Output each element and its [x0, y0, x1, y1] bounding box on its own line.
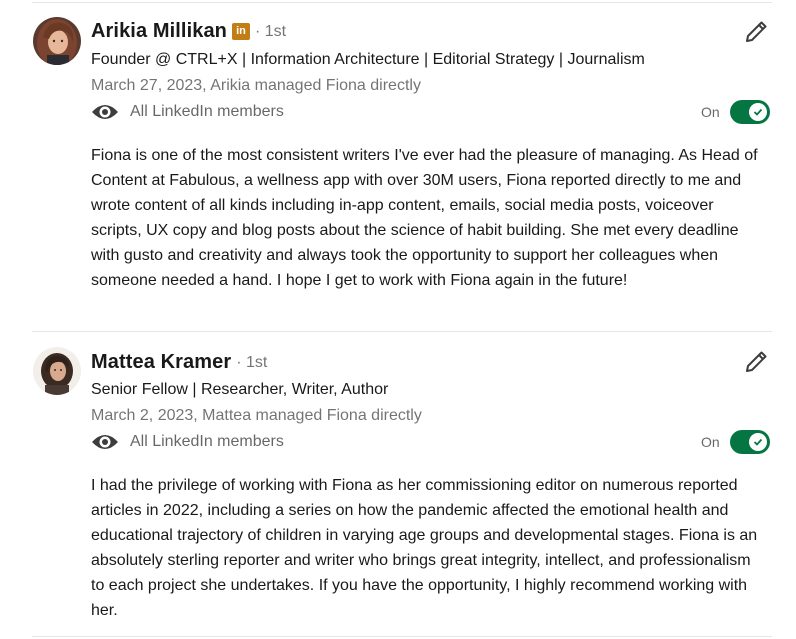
member-name[interactable]: Mattea Kramer [91, 351, 231, 374]
member-name[interactable]: Arikia Millikan [91, 20, 227, 43]
recommendation-text: Fiona is one of the most consistent writ… [91, 147, 758, 289]
recommendation-card: Arikia Millikan in · 1st Founder @ CTRL+… [0, 0, 796, 330]
visibility-setting: All LinkedIn members [91, 101, 284, 123]
eye-icon [92, 105, 118, 119]
visibility-toggle-wrap: On [701, 100, 770, 124]
connection-degree: · 1st [255, 22, 287, 40]
visibility-label: All LinkedIn members [130, 103, 284, 120]
check-icon [753, 438, 762, 446]
member-headline: Founder @ CTRL+X | Information Architect… [91, 51, 645, 68]
visibility-toggle[interactable] [729, 430, 770, 454]
check-icon [753, 108, 762, 116]
linkedin-premium-icon: in [232, 23, 250, 40]
connection-degree: · 1st [236, 353, 268, 371]
bottom-divider [32, 636, 772, 637]
edit-button[interactable] [742, 18, 770, 46]
pencil-icon [746, 21, 767, 42]
toggle-knob [748, 103, 767, 121]
toggle-knob [748, 433, 767, 451]
recommendation-text: I had the privilege of working with Fion… [91, 477, 758, 619]
recommendation-date: March 27, 2023, Arikia managed Fiona dir… [91, 77, 421, 94]
member-headline: Senior Fellow | Researcher, Writer, Auth… [91, 381, 389, 398]
avatar[interactable] [33, 17, 81, 65]
visibility-label: All LinkedIn members [130, 433, 284, 450]
visibility-setting: All LinkedIn members [91, 431, 284, 453]
recommendation-date: March 2, 2023, Mattea managed Fiona dire… [91, 407, 422, 424]
recommendation-card: Mattea Kramer · 1st Senior Fellow | Rese… [0, 332, 796, 632]
name-row: Arikia Millikan in · 1st [91, 20, 286, 43]
toggle-label: On [701, 434, 720, 450]
name-row: Mattea Kramer · 1st [91, 351, 267, 374]
edit-button[interactable] [742, 348, 770, 376]
eye-icon [92, 435, 118, 449]
pencil-icon [746, 351, 767, 372]
visibility-toggle-wrap: On [701, 430, 770, 454]
avatar[interactable] [33, 347, 81, 395]
visibility-toggle[interactable] [729, 100, 770, 124]
toggle-label: On [701, 104, 720, 120]
